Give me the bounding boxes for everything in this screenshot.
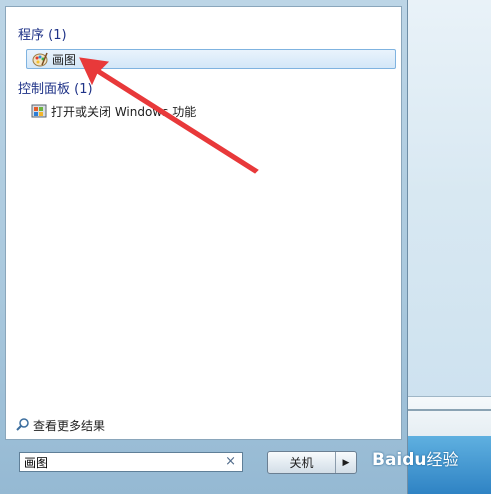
watermark-mid: du	[402, 450, 427, 470]
start-menu: 程序 (1) 画图 控制面板 (1) 打开或关闭 Windows 功能 查看更多…	[0, 0, 408, 494]
shutdown-button[interactable]: 关机	[268, 452, 335, 473]
baidu-watermark: Baidu经验	[372, 446, 459, 470]
start-search-box[interactable]: ×	[19, 452, 243, 472]
result-label: 打开或关闭 Windows 功能	[51, 104, 197, 119]
section-header-control-panel: 控制面板 (1)	[18, 82, 93, 97]
shutdown-button-group: 关机 ▶	[267, 451, 357, 474]
result-label: 画图	[52, 52, 77, 67]
result-windows-features[interactable]: 打开或关闭 Windows 功能	[26, 101, 396, 121]
search-magnifier-icon	[16, 417, 30, 434]
window-divider	[406, 409, 491, 411]
paint-palette-icon	[32, 51, 48, 67]
watermark-text: Bai	[372, 450, 403, 470]
see-more-results-link[interactable]: 查看更多结果	[16, 417, 105, 434]
see-more-label: 查看更多结果	[33, 419, 106, 433]
shutdown-options-chevron-icon[interactable]: ▶	[335, 452, 356, 473]
watermark-tail: 经验	[426, 450, 459, 469]
search-input[interactable]	[24, 454, 214, 470]
windows-features-icon	[31, 103, 47, 119]
search-results-panel: 程序 (1) 画图 控制面板 (1) 打开或关闭 Windows 功能 查看更多…	[5, 6, 402, 440]
desktop-window-fragment	[406, 396, 491, 437]
result-paint[interactable]: 画图	[26, 49, 396, 69]
clear-search-icon[interactable]: ×	[225, 454, 236, 469]
section-header-programs: 程序 (1)	[18, 28, 67, 43]
